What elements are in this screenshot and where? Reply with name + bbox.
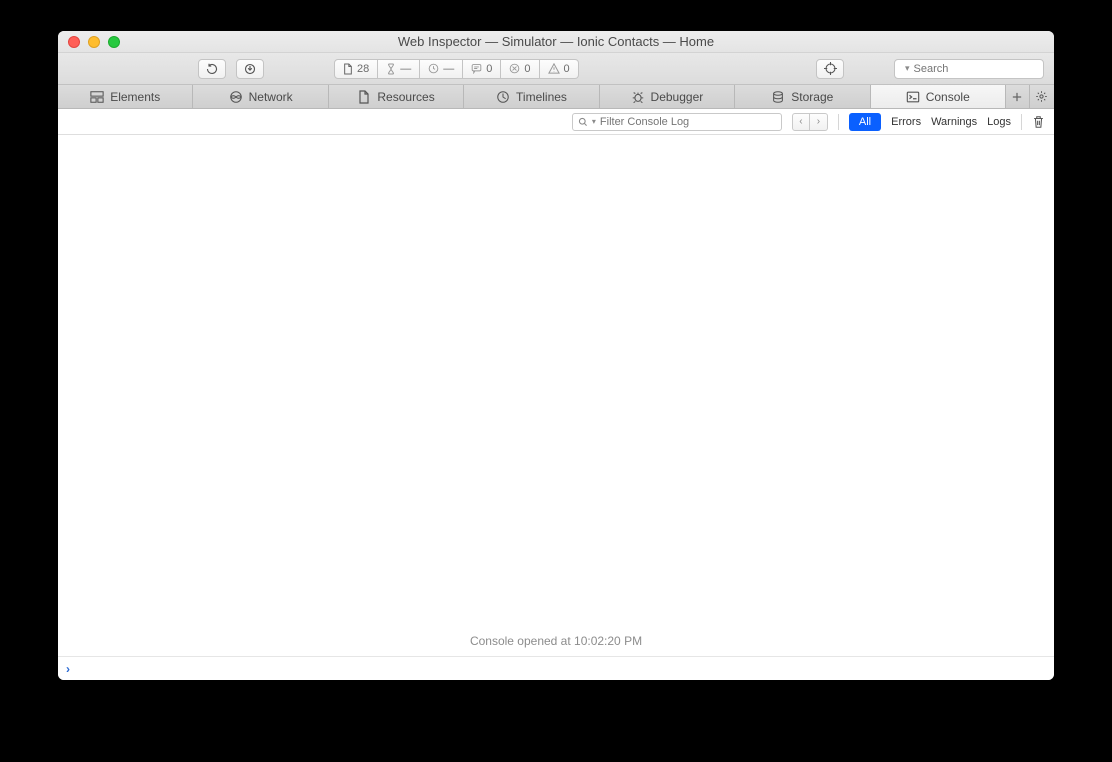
divider: [838, 114, 839, 130]
clock-icon: [428, 63, 439, 74]
clear-console-button[interactable]: [1032, 115, 1046, 129]
error-icon: [509, 63, 520, 74]
tab-console[interactable]: Console: [871, 85, 1006, 108]
errors-count: 0: [524, 63, 530, 75]
tab-label: Elements: [110, 90, 160, 104]
doc-count: 28: [357, 63, 369, 75]
tab-elements[interactable]: Elements: [58, 85, 193, 108]
dashboard-resources[interactable]: 28: [334, 59, 378, 79]
logs-count: 0: [486, 63, 492, 75]
console-filter-bar: ▾ ‹ › All Errors Warnings Logs: [58, 109, 1054, 135]
tab-network[interactable]: Network: [193, 85, 328, 108]
dashboard-time2[interactable]: —: [420, 59, 463, 79]
warnings-count: 0: [564, 63, 570, 75]
dashboard-time1[interactable]: —: [378, 59, 420, 79]
reload-button[interactable]: [198, 59, 226, 79]
time1-value: —: [400, 63, 411, 75]
filter-nav: ‹ ›: [792, 113, 828, 131]
plus-icon: [1012, 92, 1022, 102]
divider: [1021, 114, 1022, 130]
elements-icon: [90, 90, 104, 104]
resources-icon: [357, 90, 371, 104]
web-inspector-window: Web Inspector — Simulator — Ionic Contac…: [58, 31, 1054, 680]
comment-icon: [471, 63, 482, 74]
search-icon: [578, 117, 588, 127]
dashboard-logs[interactable]: 0: [463, 59, 501, 79]
timelines-icon: [496, 90, 510, 104]
new-tab-button[interactable]: [1006, 85, 1030, 108]
prompt-caret-icon: ›: [66, 662, 70, 676]
tab-label: Debugger: [651, 90, 704, 104]
search-input[interactable]: [914, 63, 1054, 75]
scope-warnings-button[interactable]: Warnings: [931, 116, 977, 128]
tab-bar: Elements Network Resources Timelines Deb…: [58, 85, 1054, 109]
crosshair-icon: [824, 62, 837, 75]
console-opened-message: Console opened at 10:02:20 PM: [58, 634, 1054, 648]
filter-field[interactable]: ▾: [572, 113, 782, 131]
hourglass-icon: [386, 63, 396, 75]
document-icon: [343, 63, 353, 75]
network-icon: [229, 90, 243, 104]
download-button[interactable]: [236, 59, 264, 79]
gear-icon: [1035, 90, 1048, 103]
chevron-left-icon: ‹: [799, 116, 802, 127]
trash-icon: [1032, 115, 1045, 129]
dashboard-warnings[interactable]: 0: [540, 59, 579, 79]
filter-next-button[interactable]: ›: [810, 113, 828, 131]
tab-label: Timelines: [516, 90, 567, 104]
titlebar: Web Inspector — Simulator — Ionic Contac…: [58, 31, 1054, 53]
settings-button[interactable]: [1030, 85, 1054, 108]
console-content: Console opened at 10:02:20 PM: [58, 135, 1054, 656]
chevron-down-icon: ▾: [592, 117, 596, 126]
tab-label: Storage: [791, 90, 833, 104]
reload-icon: [206, 63, 218, 75]
filter-prev-button[interactable]: ‹: [792, 113, 810, 131]
filter-input[interactable]: [600, 116, 776, 128]
scope-label: All: [859, 116, 871, 128]
tab-storage[interactable]: Storage: [735, 85, 870, 108]
tab-label: Console: [926, 90, 970, 104]
console-icon: [906, 90, 920, 104]
tab-label: Resources: [377, 90, 434, 104]
time2-value: —: [443, 63, 454, 75]
dashboard-errors[interactable]: 0: [501, 59, 539, 79]
scope-logs-button[interactable]: Logs: [987, 116, 1011, 128]
inspect-element-button[interactable]: [816, 59, 844, 79]
tab-label: Network: [249, 90, 293, 104]
warning-icon: [548, 63, 560, 74]
download-icon: [244, 63, 256, 75]
chevron-down-icon: ▾: [905, 63, 910, 74]
scope-errors-button[interactable]: Errors: [891, 116, 921, 128]
dashboard-segments: 28 — — 0 0 0: [334, 59, 579, 79]
tab-resources[interactable]: Resources: [329, 85, 464, 108]
search-field[interactable]: ▾: [894, 59, 1044, 79]
console-prompt[interactable]: ›: [58, 656, 1054, 680]
debugger-icon: [631, 90, 645, 104]
window-title: Web Inspector — Simulator — Ionic Contac…: [58, 34, 1054, 49]
toolbar: 28 — — 0 0 0: [58, 53, 1054, 85]
scope-all-button[interactable]: All: [849, 113, 881, 131]
storage-icon: [771, 90, 785, 104]
chevron-right-icon: ›: [817, 116, 820, 127]
tab-debugger[interactable]: Debugger: [600, 85, 735, 108]
tab-timelines[interactable]: Timelines: [464, 85, 599, 108]
